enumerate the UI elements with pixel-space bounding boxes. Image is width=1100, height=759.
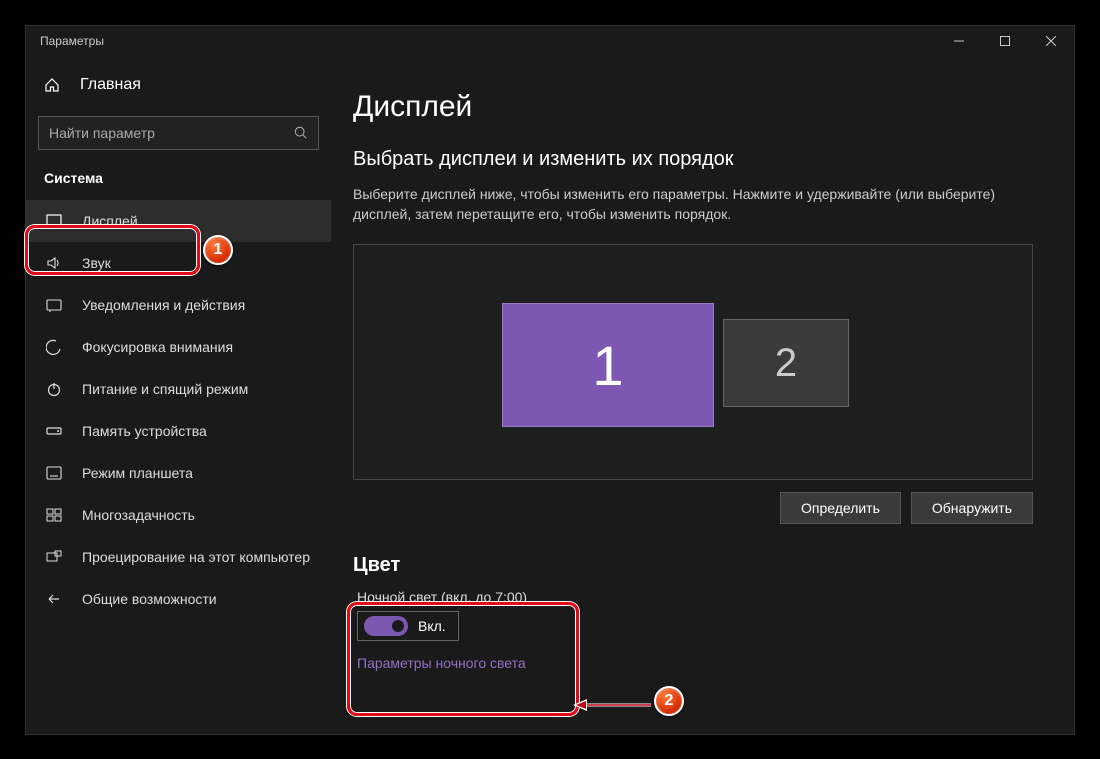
search-icon [294,126,308,140]
search-input[interactable] [49,125,294,141]
home-link[interactable]: Главная [26,68,331,102]
tablet-icon [44,466,64,480]
nav-item-storage[interactable]: Память устройства [26,410,331,452]
nav-label: Дисплей [82,213,138,229]
monitor-1[interactable]: 1 [502,303,714,427]
arrange-title: Выбрать дисплеи и изменить их порядок [353,148,1052,171]
sidebar: Главная Система Дисплей Звук [26,56,331,734]
maximize-button[interactable] [982,26,1028,56]
color-section-title: Цвет [353,554,1052,577]
minimize-icon [954,36,964,46]
window-controls [936,26,1074,56]
nav-label: Общие возможности [82,591,217,607]
notifications-icon [44,298,64,312]
window-title: Параметры [40,34,104,48]
main-panel: Дисплей Выбрать дисплеи и изменить их по… [331,56,1074,734]
nav-label: Режим планшета [82,465,193,481]
nav-item-tablet[interactable]: Режим планшета [26,452,331,494]
sound-icon [44,256,64,270]
nav-item-sound[interactable]: Звук [26,242,331,284]
storage-icon [44,425,64,437]
nav-item-power[interactable]: Питание и спящий режим [26,368,331,410]
annotation-badge-2: 2 [654,686,684,716]
focus-icon [44,339,64,355]
shared-icon [44,591,64,607]
nav-label: Проецирование на этот компьютер [82,549,310,565]
identify-button[interactable]: Определить [780,492,901,524]
nav-item-focus[interactable]: Фокусировка внимания [26,326,331,368]
nav-label: Многозадачность [82,507,195,523]
search-box[interactable] [38,116,319,150]
nav-item-notifications[interactable]: Уведомления и действия [26,284,331,326]
nav-label: Звук [82,255,111,271]
nav-item-shared[interactable]: Общие возможности [26,578,331,620]
display-icon [44,214,64,228]
nightlight-label: Ночной свет (вкл. до 7:00) [357,589,1052,605]
nightlight-toggle[interactable] [364,616,408,636]
display-arrangement-area[interactable]: 1 2 [353,244,1033,480]
display-buttons: Определить Обнаружить [353,492,1033,524]
maximize-icon [1000,36,1010,46]
home-icon [44,77,64,93]
nav-label: Фокусировка внимания [82,339,233,355]
titlebar[interactable]: Параметры [26,26,1074,56]
minimize-button[interactable] [936,26,982,56]
power-icon [44,381,64,397]
settings-window: Параметры Главная Си [25,25,1075,735]
nightlight-toggle-row: Вкл. [357,611,459,641]
close-button[interactable] [1028,26,1074,56]
nav-label: Питание и спящий режим [82,381,248,397]
nav-item-display[interactable]: Дисплей [26,200,331,242]
nav-item-multitask[interactable]: Многозадачность [26,494,331,536]
page-title: Дисплей [353,90,1052,124]
toggle-state: Вкл. [418,618,446,634]
nav-label: Уведомления и действия [82,297,245,313]
close-icon [1046,36,1056,46]
annotation-badge-1: 1 [203,235,233,265]
detect-button[interactable]: Обнаружить [911,492,1033,524]
multitask-icon [44,508,64,522]
home-label: Главная [80,76,141,94]
nightlight-settings-link[interactable]: Параметры ночного света [357,655,1052,671]
toggle-thumb [392,620,404,632]
nav-item-projecting[interactable]: Проецирование на этот компьютер [26,536,331,578]
projecting-icon [44,550,64,564]
monitor-2[interactable]: 2 [723,319,849,407]
section-label: Система [26,170,331,200]
arrange-desc: Выберите дисплей ниже, чтобы изменить ег… [353,185,1033,224]
nav-label: Память устройства [82,423,207,439]
